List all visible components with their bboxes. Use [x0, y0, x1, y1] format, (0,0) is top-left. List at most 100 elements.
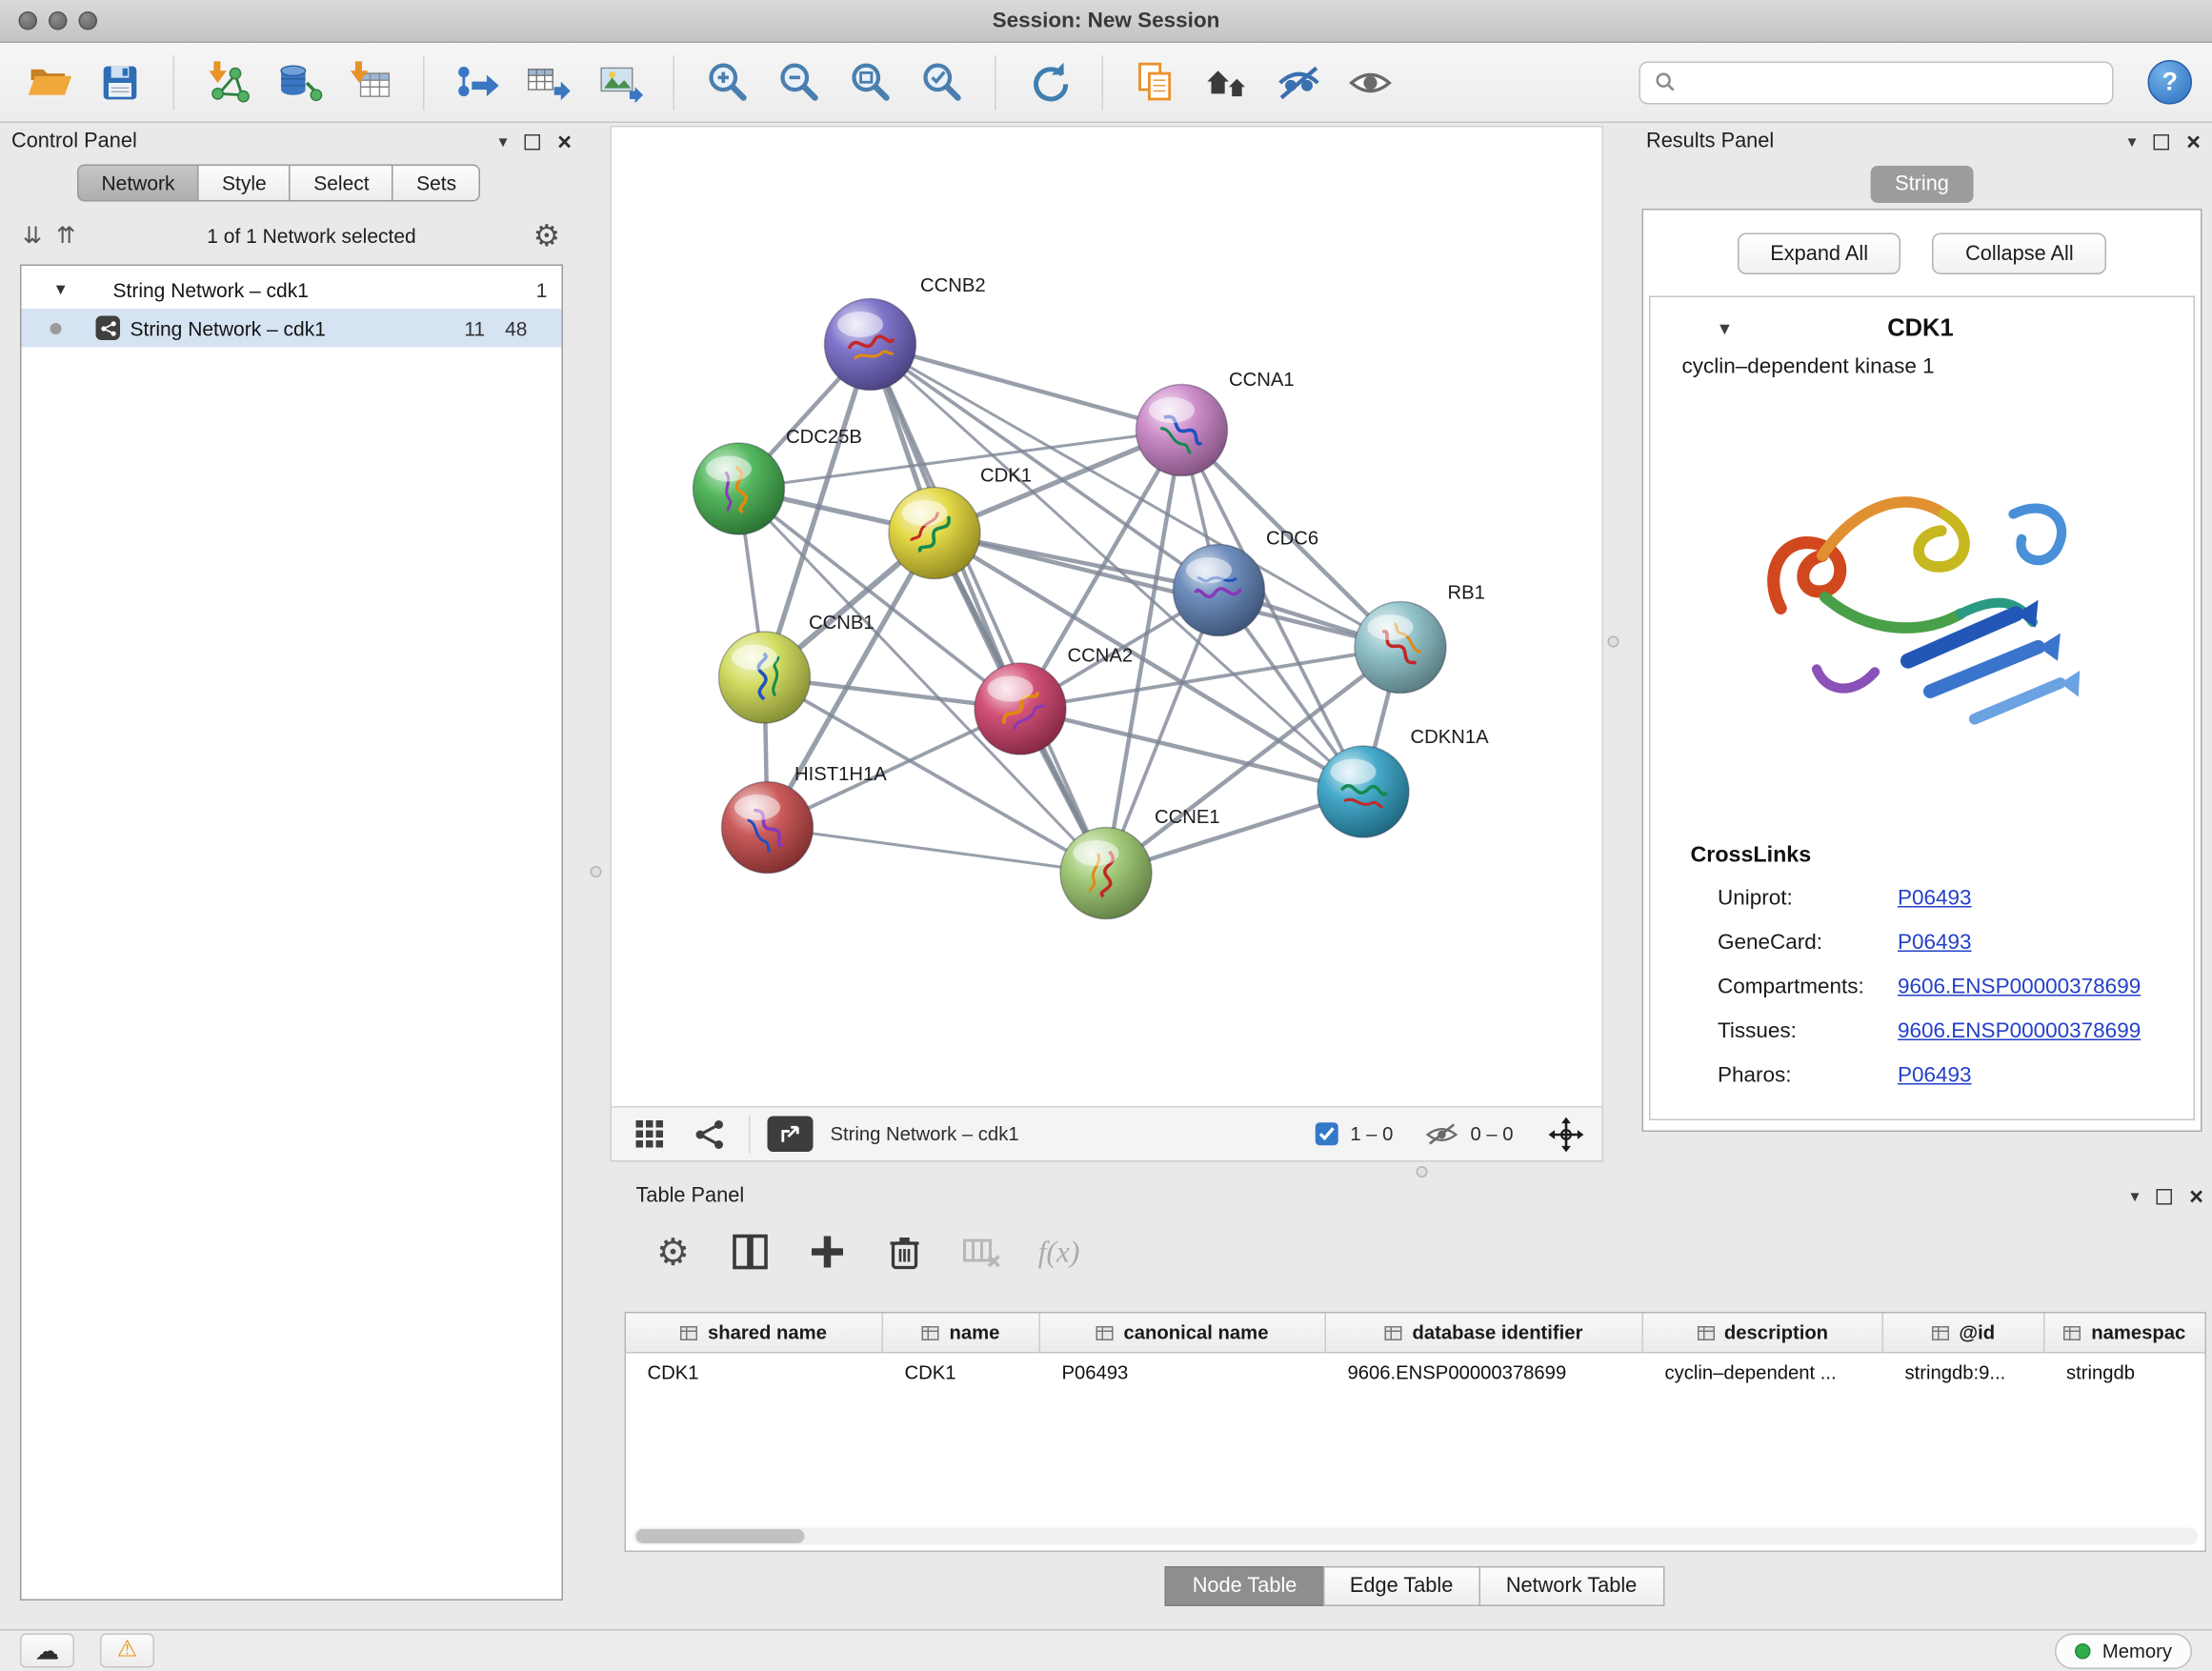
network-node-CDC25B[interactable] [694, 443, 785, 534]
tab-select[interactable]: Select [290, 165, 393, 202]
save-session-icon[interactable] [91, 52, 149, 112]
hide-selected-icon[interactable] [1271, 52, 1328, 112]
import-network-from-database-icon[interactable] [271, 52, 328, 112]
network-node-CCNE1[interactable] [1060, 828, 1152, 919]
network-node-CDK1[interactable] [889, 488, 980, 579]
network-edge[interactable] [871, 345, 1107, 874]
export-image-icon[interactable] [592, 52, 649, 112]
open-session-icon[interactable] [20, 52, 77, 112]
zoom-selected-icon[interactable] [914, 52, 971, 112]
minimize-window-button[interactable] [49, 11, 68, 30]
table-settings-gear-icon[interactable]: ⚙ [642, 1220, 705, 1283]
close-panel-icon[interactable]: × [557, 130, 572, 154]
panel-menu-icon[interactable]: ▾ [499, 133, 508, 151]
network-node-HIST1H1A[interactable] [722, 782, 814, 874]
column-header-id[interactable]: @id [1883, 1314, 2045, 1353]
crosslink-label: Pharos: [1718, 1063, 1792, 1088]
network-node-CDC6[interactable] [1174, 545, 1265, 636]
close-panel-icon[interactable]: × [2189, 1184, 2203, 1209]
network-options-gear-icon[interactable]: ⚙ [533, 218, 560, 254]
collapse-all-button[interactable]: Collapse All [1933, 233, 2107, 275]
crosslink-genecard-link[interactable]: P06493 [1898, 931, 1972, 956]
import-network-from-file-icon[interactable] [199, 52, 256, 112]
column-header-database-identifier[interactable]: database identifier [1326, 1314, 1643, 1353]
hidden-eye-slash-icon[interactable] [1424, 1121, 1458, 1147]
table-row[interactable]: CDK1 CDK1 P06493 9606.ENSP00000378699 cy… [626, 1354, 2205, 1394]
protein-structure-image [1742, 423, 2102, 760]
clone-network-icon[interactable] [449, 52, 506, 112]
network-view-canvas[interactable]: CCNB2CCNA1CDC25BCDK1CDC6RB1CCNB1CCNA2CDK… [611, 126, 1604, 1108]
tab-style[interactable]: Style [198, 165, 292, 202]
search-input[interactable] [1688, 70, 2099, 93]
network-edge[interactable] [935, 534, 1400, 648]
panel-menu-icon[interactable]: ▾ [2128, 133, 2137, 151]
splitter-handle[interactable] [591, 866, 602, 877]
copy-document-icon[interactable] [1128, 52, 1185, 112]
collection-disclosure-icon[interactable]: ▼ [53, 281, 70, 298]
column-header-namespace[interactable]: namespac [2045, 1314, 2205, 1353]
collapse-all-networks-icon[interactable]: ⇊ [23, 222, 42, 251]
warnings-button[interactable]: ⚠ [100, 1634, 154, 1668]
close-panel-icon[interactable]: × [2186, 130, 2201, 154]
delete-trash-icon[interactable] [874, 1220, 936, 1283]
tab-sets[interactable]: Sets [392, 165, 481, 202]
panel-menu-icon[interactable]: ▾ [2131, 1188, 2140, 1205]
network-collection-row[interactable]: ▼ String Network – cdk1 1 [22, 271, 562, 310]
splitter-handle[interactable] [1608, 636, 1619, 648]
share-network-icon[interactable] [689, 1114, 732, 1154]
create-network-from-table-icon[interactable] [520, 52, 577, 112]
zoom-out-icon[interactable] [771, 52, 828, 112]
expand-all-networks-icon[interactable]: ⇈ [56, 222, 75, 251]
horizontal-scrollbar[interactable] [633, 1528, 2199, 1545]
home-view-icon[interactable] [1199, 52, 1257, 112]
cloud-status-button[interactable]: ☁ [20, 1634, 74, 1668]
add-column-plus-icon[interactable] [796, 1220, 859, 1283]
network-graph[interactable]: CCNB2CCNA1CDC25BCDK1CDC6RB1CCNB1CCNA2CDK… [612, 128, 1605, 1110]
float-panel-icon[interactable] [2154, 133, 2170, 150]
crosslink-uniprot-link[interactable]: P06493 [1898, 886, 1972, 911]
network-node-RB1[interactable] [1355, 602, 1446, 694]
memory-button[interactable]: Memory [2055, 1633, 2192, 1669]
scrollbar-thumb[interactable] [636, 1529, 805, 1543]
float-panel-icon[interactable] [525, 133, 541, 150]
network-node-CCNB1[interactable] [719, 632, 811, 723]
zoom-in-icon[interactable] [699, 52, 756, 112]
tab-node-table[interactable]: Node Table [1165, 1566, 1324, 1606]
entry-disclosure-icon[interactable]: ▼ [1717, 320, 1734, 337]
column-header-shared-name[interactable]: shared name [626, 1314, 883, 1353]
show-all-eye-icon[interactable] [1342, 52, 1399, 112]
tab-network-table[interactable]: Network Table [1478, 1566, 1663, 1606]
crosslinks-title: CrossLinks [1691, 843, 1812, 869]
zoom-fit-icon[interactable] [842, 52, 899, 112]
show-columns-icon[interactable] [719, 1220, 782, 1283]
column-header-canonical-name[interactable]: canonical name [1040, 1314, 1326, 1353]
main-toolbar: ? [0, 43, 2212, 123]
network-node-CCNA1[interactable] [1136, 385, 1228, 476]
toolbar-search-field[interactable] [1639, 61, 2114, 104]
pan-crosshair-icon[interactable] [1548, 1116, 1585, 1153]
tab-edge-table[interactable]: Edge Table [1322, 1566, 1479, 1606]
splitter-handle[interactable] [1417, 1166, 1428, 1178]
column-header-description[interactable]: description [1643, 1314, 1883, 1353]
birds-eye-view-icon[interactable] [629, 1114, 672, 1154]
import-table-from-file-icon[interactable] [342, 52, 399, 112]
network-edge[interactable] [768, 828, 1107, 874]
network-node-CCNB2[interactable] [825, 299, 916, 391]
network-node-CCNA2[interactable] [975, 663, 1066, 755]
expand-all-button[interactable]: Expand All [1738, 233, 1901, 275]
tab-network[interactable]: Network [77, 165, 199, 202]
help-button[interactable]: ? [2148, 60, 2193, 105]
float-panel-icon[interactable] [2157, 1188, 2173, 1204]
network-node-CDKN1A[interactable] [1317, 746, 1409, 837]
open-in-browser-icon[interactable] [768, 1117, 814, 1153]
crosslink-compartments-link[interactable]: 9606.ENSP00000378699 [1898, 975, 2141, 999]
network-row-selected[interactable]: String Network – cdk1 11 48 [22, 309, 562, 348]
column-header-name[interactable]: name [883, 1314, 1040, 1353]
refresh-icon[interactable] [1020, 52, 1077, 112]
results-tab-string[interactable]: String [1871, 166, 1974, 203]
zoom-window-button[interactable] [79, 11, 98, 30]
crosslink-pharos-link[interactable]: P06493 [1898, 1063, 1972, 1088]
selected-checkbox-icon[interactable] [1315, 1122, 1339, 1147]
close-window-button[interactable] [19, 11, 38, 30]
crosslink-tissues-link[interactable]: 9606.ENSP00000378699 [1898, 1019, 2141, 1044]
